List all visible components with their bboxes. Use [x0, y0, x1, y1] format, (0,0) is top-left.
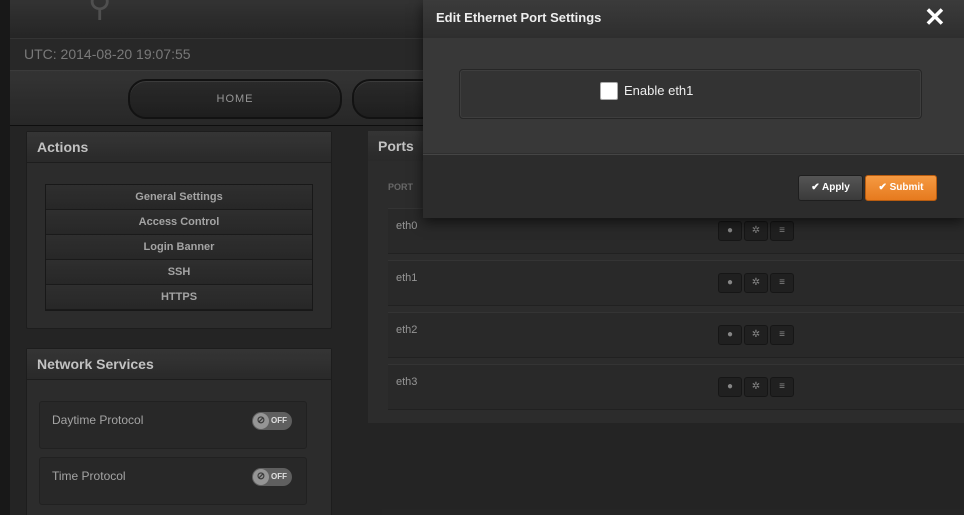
- modal-body: Enable eth1: [423, 38, 964, 153]
- modal-footer: ✔ Apply ✔ Submit: [423, 154, 964, 218]
- apply-button[interactable]: ✔ Apply: [798, 175, 863, 201]
- enable-eth1-field: Enable eth1: [459, 69, 922, 119]
- close-icon[interactable]: ✕: [924, 2, 946, 33]
- modal-title: Edit Ethernet Port Settings: [436, 10, 602, 25]
- modal-header: Edit Ethernet Port Settings ✕: [423, 0, 964, 39]
- edit-ethernet-port-modal: Edit Ethernet Port Settings ✕ Enable eth…: [423, 0, 964, 218]
- submit-button[interactable]: ✔ Submit: [865, 175, 937, 201]
- enable-eth1-checkbox[interactable]: [600, 82, 618, 100]
- enable-eth1-label[interactable]: Enable eth1: [624, 83, 693, 98]
